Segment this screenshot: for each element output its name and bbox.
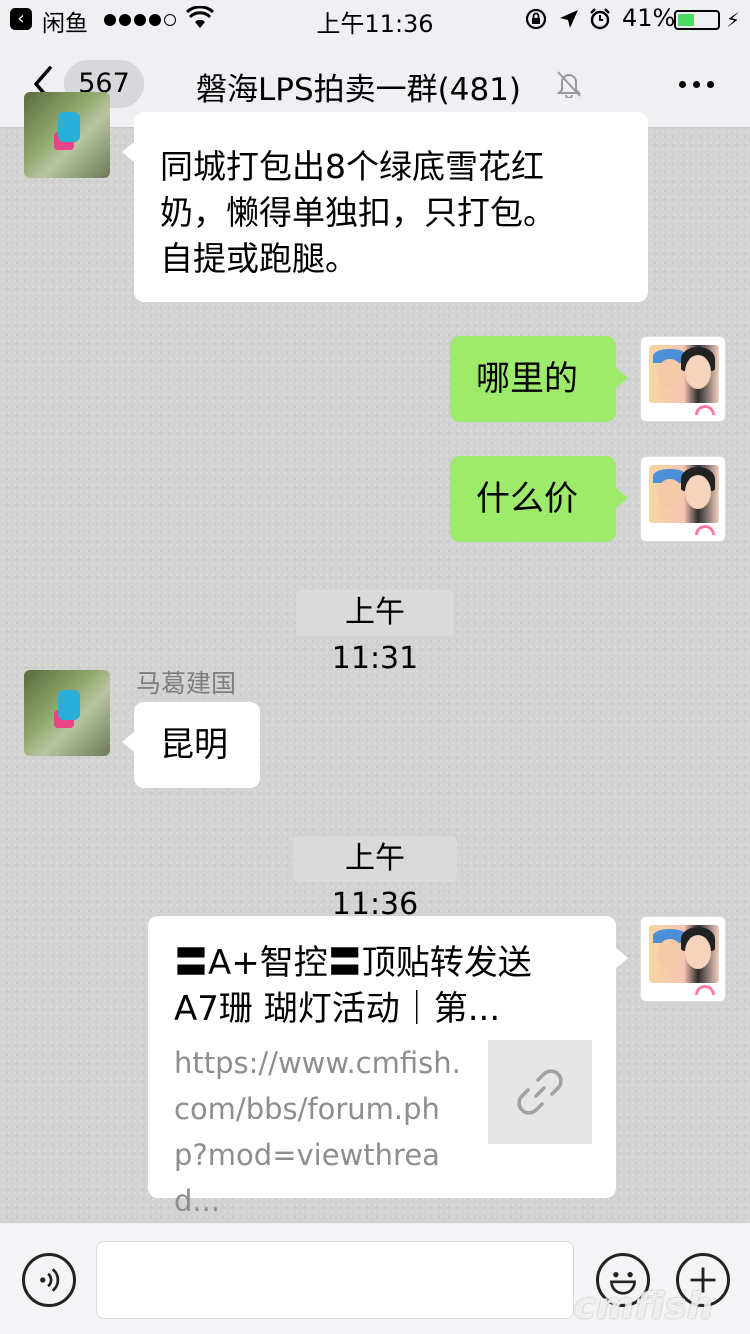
link-card[interactable]: 〓A+智控〓顶贴转发送 A7珊 瑚灯活动｜第... https://www.cm… [148, 916, 628, 1218]
link-title: 〓A+智控〓顶贴转发送 A7珊 瑚灯活动｜第... [174, 943, 532, 1029]
status-bar: ‹ 闲鱼 上午11:36 41% ⚡ [0, 0, 750, 40]
bell-slash-icon [556, 71, 582, 98]
watermark: cmfish [574, 1286, 714, 1327]
message-bubble[interactable]: 什么价 [450, 456, 628, 542]
avatar[interactable] [24, 670, 110, 756]
avatar[interactable] [640, 456, 726, 542]
message-input[interactable] [96, 1241, 574, 1319]
message-text: 昆明 [160, 725, 228, 765]
message-text: 什么价 [476, 479, 578, 519]
chat-screen: ‹ 闲鱼 上午11:36 41% ⚡ 567 磐海LPS拍卖一群(481) 同城… [0, 0, 750, 1334]
link-icon [517, 1069, 563, 1115]
message-bubble[interactable]: 哪里的 [450, 336, 628, 422]
message-text: 同城打包出8个绿底雪花红 奶，懒得单独扣，只打包。 自提或跑腿。 [160, 147, 556, 278]
battery-percent: 41% [622, 4, 676, 32]
rotation-lock-icon [525, 8, 547, 30]
avatar[interactable] [640, 916, 726, 1002]
location-icon [560, 10, 578, 28]
battery-icon [674, 10, 720, 30]
more-dots-icon[interactable] [668, 66, 724, 102]
timestamp: 上午11:36 [293, 836, 457, 922]
sender-name: 马葛建国 [136, 669, 237, 698]
timestamp: 上午11:31 [296, 590, 454, 676]
message-bubble[interactable]: 昆明 [122, 702, 260, 788]
voice-icon[interactable] [22, 1253, 76, 1307]
message-bubble[interactable]: 同城打包出8个绿底雪花红 奶，懒得单独扣，只打包。 自提或跑腿。 [122, 112, 648, 302]
chat-title: 磐海LPS拍卖一群(481) [196, 72, 521, 108]
avatar[interactable] [24, 92, 110, 178]
avatar[interactable] [640, 336, 726, 422]
link-url: https://www.cmfish.com/bbs/forum.php?mod… [174, 1046, 461, 1218]
alarm-icon [590, 8, 610, 30]
link-thumbnail [488, 1040, 592, 1144]
charging-icon: ⚡ [726, 8, 741, 32]
message-text: 哪里的 [476, 359, 578, 399]
